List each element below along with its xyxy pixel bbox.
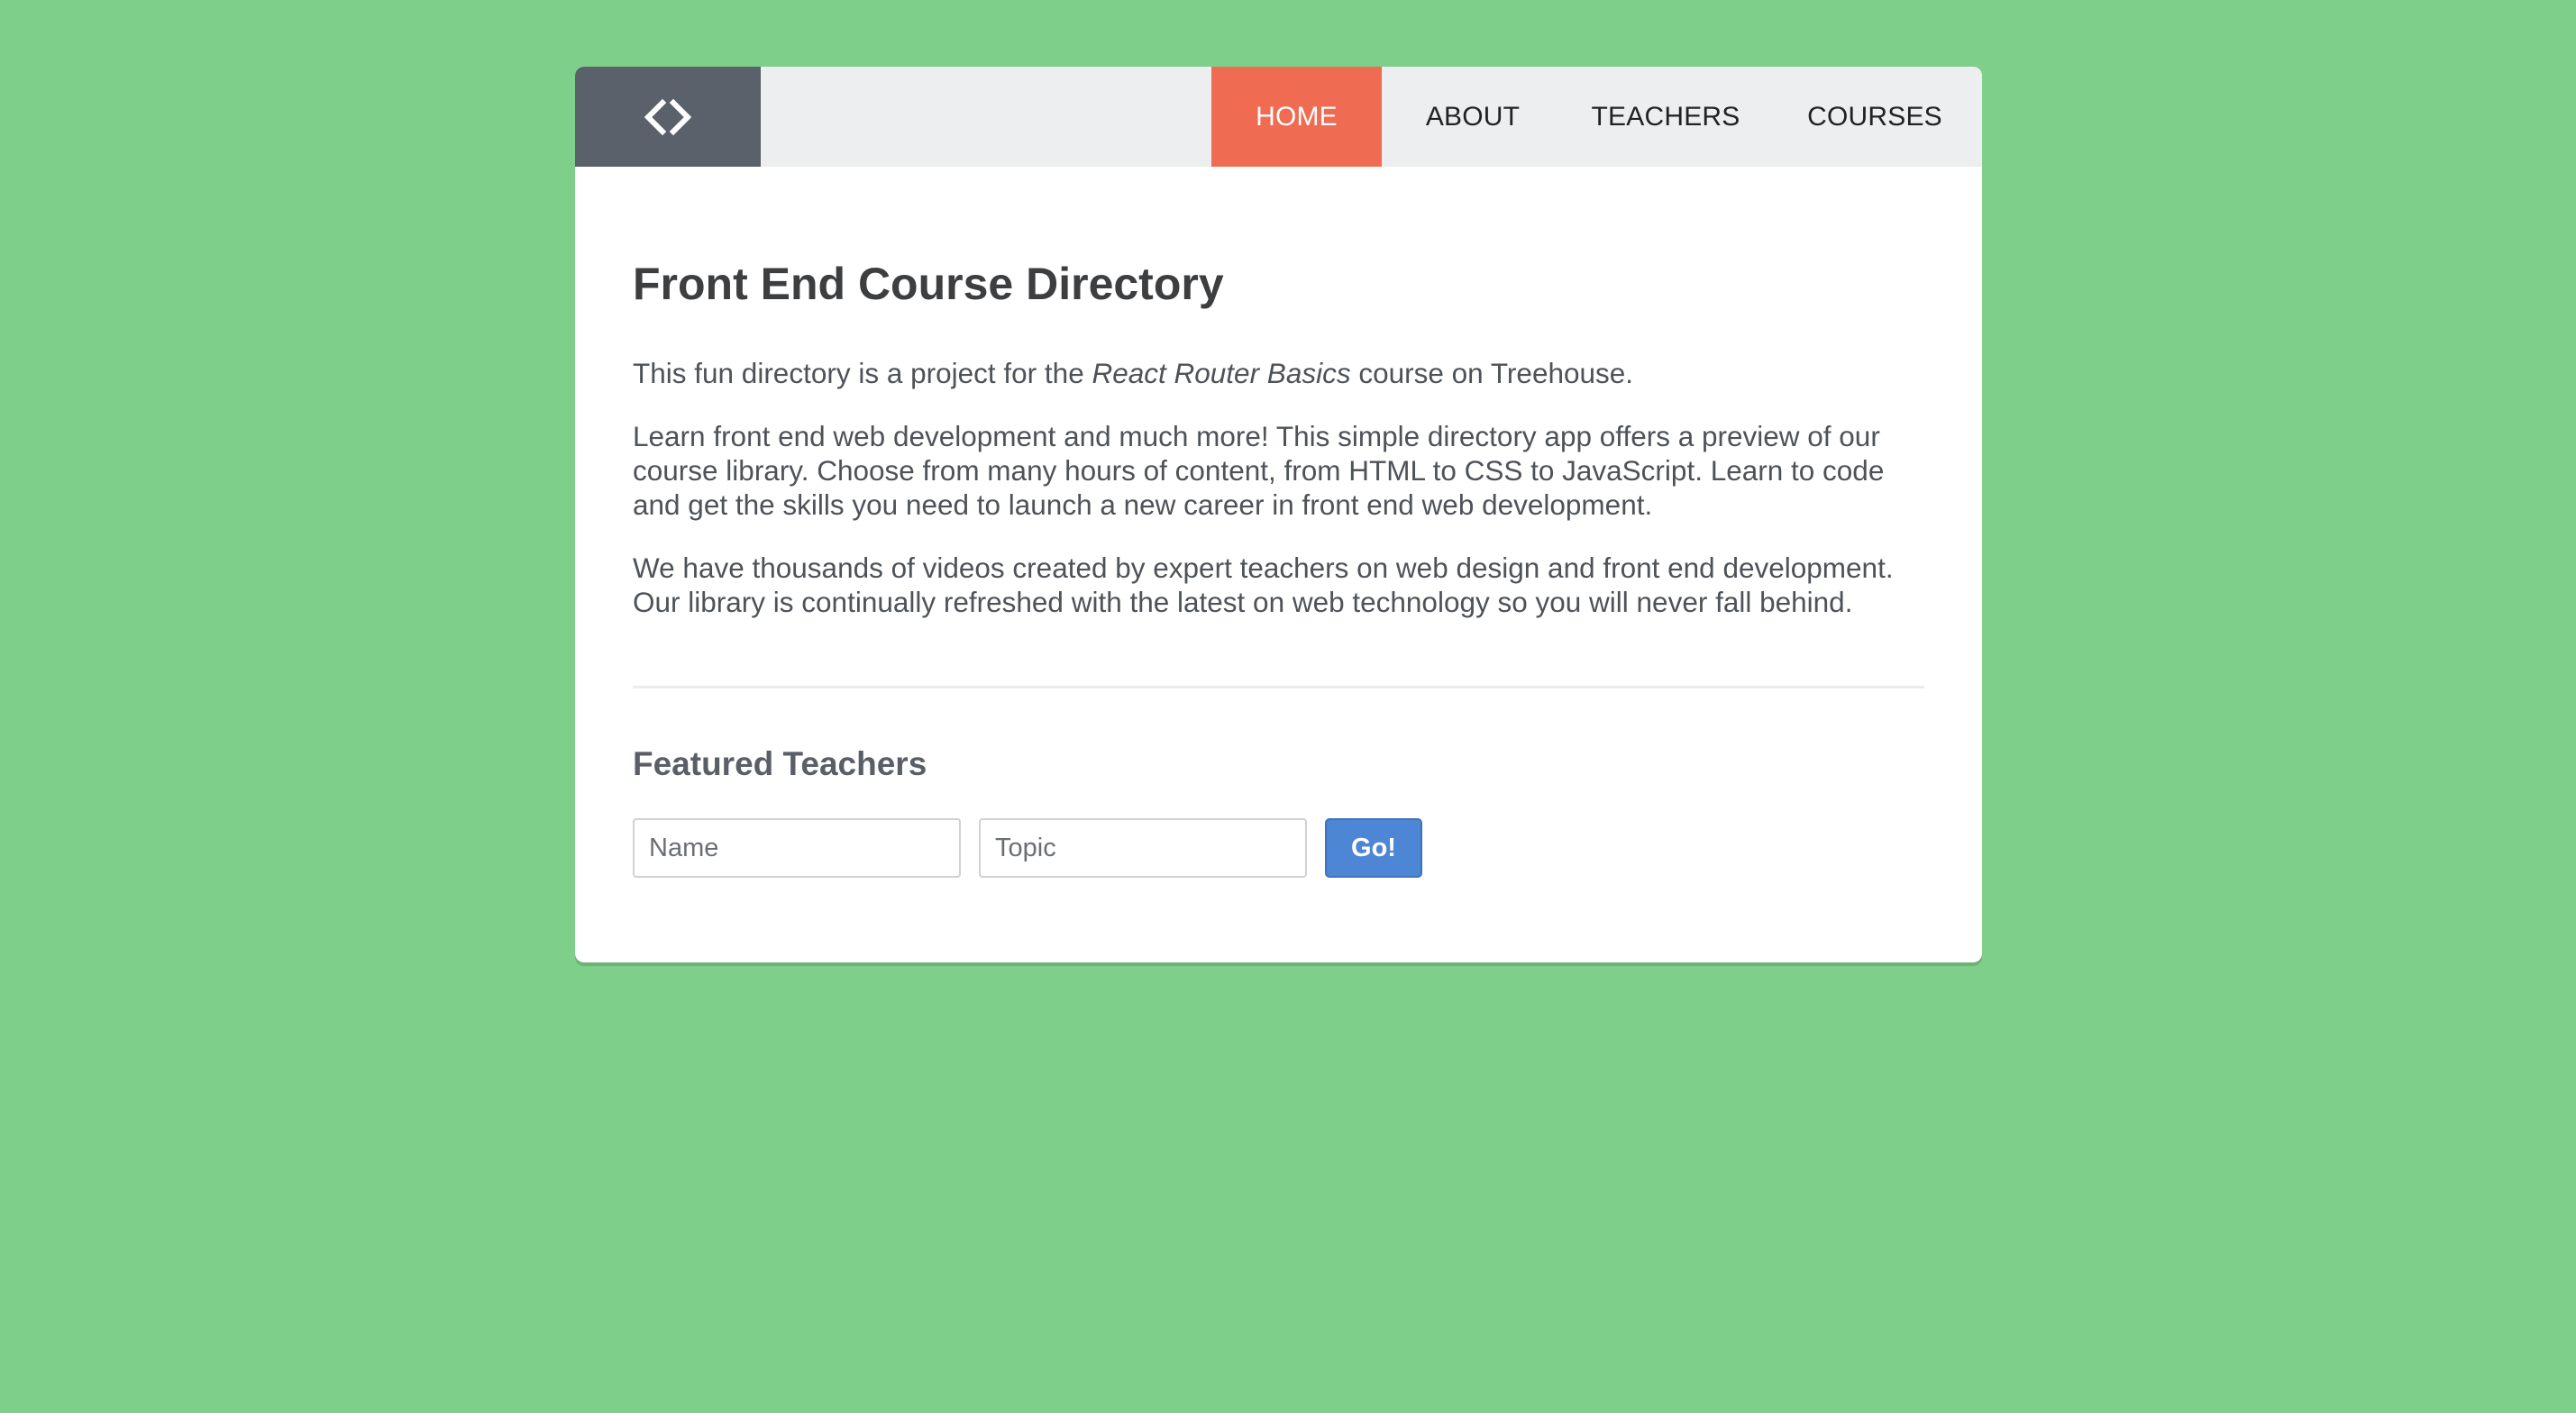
- intro-paragraph: This fun directory is a project for the …: [633, 356, 1924, 390]
- code-brackets-icon: [635, 97, 700, 137]
- nav-about[interactable]: ABOUT: [1382, 67, 1564, 167]
- intro-text-after: course on Treehouse.: [1350, 357, 1634, 389]
- main-nav: HOME ABOUT TEACHERS COURSES: [1211, 67, 1982, 167]
- nav-home[interactable]: HOME: [1211, 67, 1382, 167]
- app-card: HOME ABOUT TEACHERS COURSES Front End Co…: [575, 67, 1982, 963]
- nav-teachers[interactable]: TEACHERS: [1564, 67, 1768, 167]
- name-input[interactable]: [633, 818, 961, 879]
- featured-teachers-heading: Featured Teachers: [633, 745, 927, 782]
- main-header: HOME ABOUT TEACHERS COURSES: [575, 67, 1982, 167]
- nav-courses[interactable]: COURSES: [1768, 67, 1982, 167]
- description-paragraph-1: Learn front end web development and much…: [633, 420, 1885, 521]
- logo[interactable]: [575, 67, 761, 167]
- section-divider: [633, 686, 1924, 688]
- page-title: Front End Course Directory: [633, 259, 1224, 309]
- course-name-emphasis: React Router Basics: [1092, 357, 1351, 389]
- description-paragraph-2: We have thousands of videos created by e…: [633, 552, 1894, 618]
- topic-input[interactable]: [979, 818, 1307, 879]
- teacher-search-form: Go!: [633, 818, 1924, 879]
- go-button[interactable]: Go!: [1325, 818, 1422, 879]
- intro-text-before: This fun directory is a project for the: [633, 357, 1092, 389]
- main-content: Front End Course Directory This fun dire…: [575, 167, 1982, 962]
